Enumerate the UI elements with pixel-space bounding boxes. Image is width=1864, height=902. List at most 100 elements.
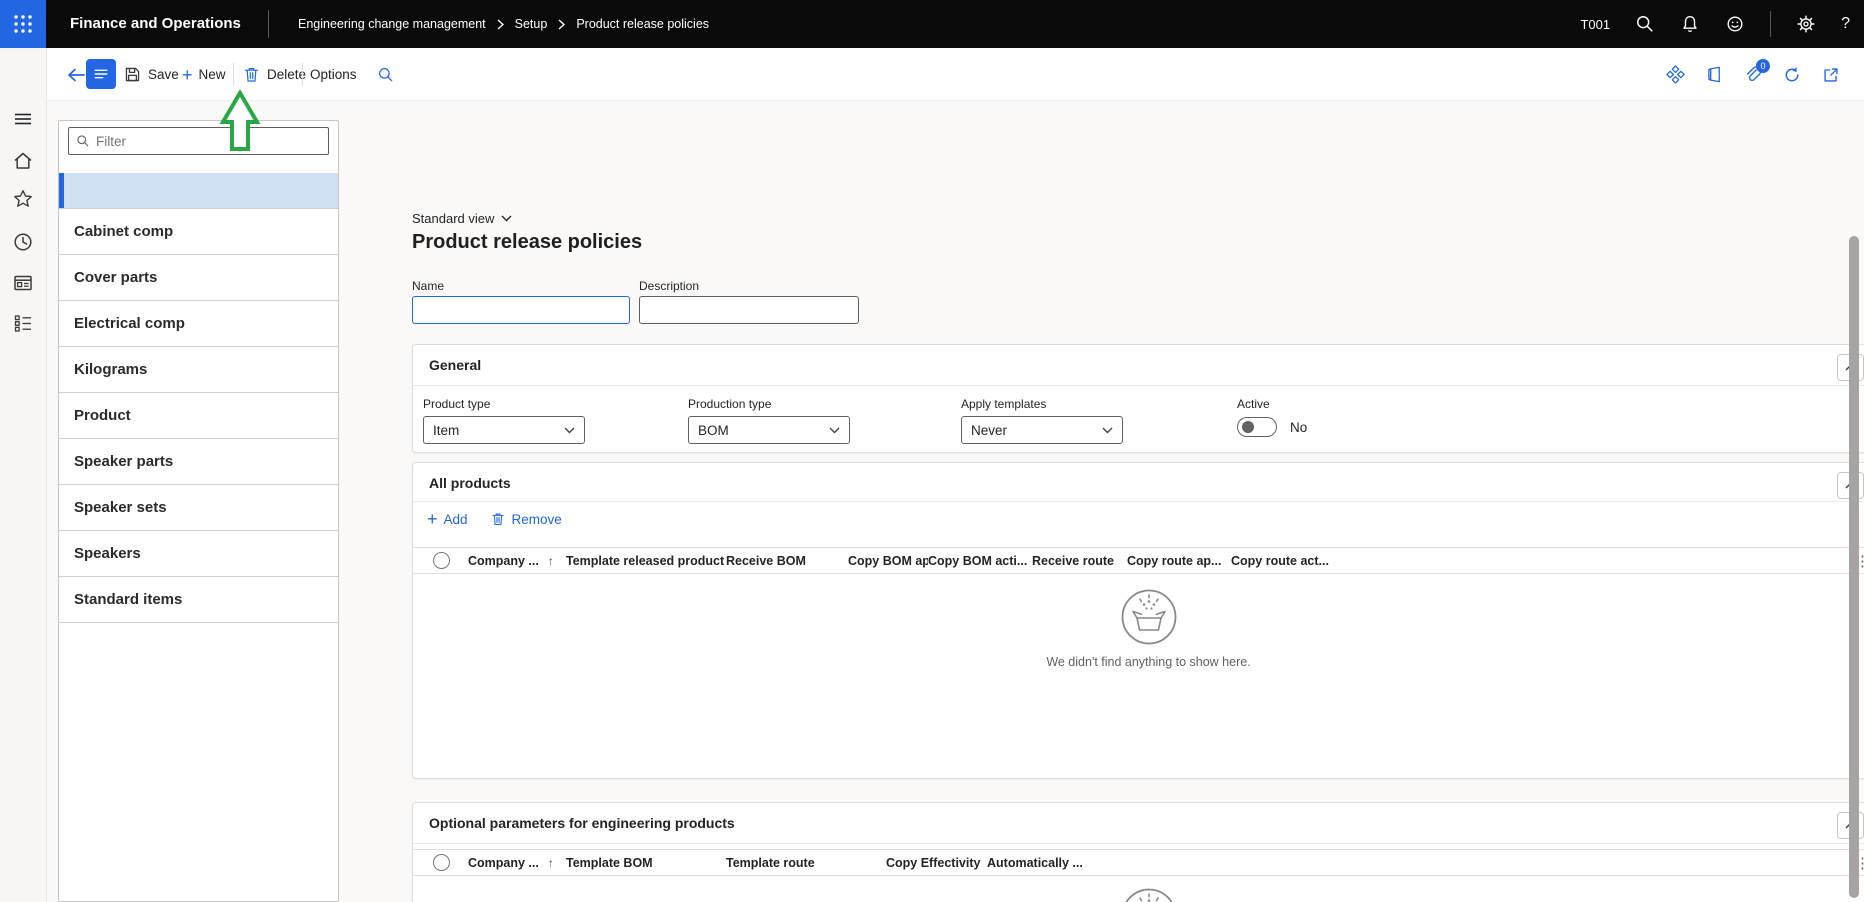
list-panel-toggle-button[interactable] (86, 59, 116, 89)
select-all-radio[interactable] (433, 552, 450, 569)
section-title: Optional parameters for engineering prod… (429, 815, 735, 831)
attachments-paperclip-icon[interactable]: 0 (1742, 64, 1764, 86)
active-label: Active (1237, 397, 1307, 411)
column-header[interactable]: Copy BOM ap... (848, 554, 928, 568)
notifications-bell-icon[interactable] (1680, 14, 1700, 34)
topbar-divider (1770, 11, 1771, 37)
name-field[interactable] (412, 296, 630, 324)
dropdown[interactable]: Item (423, 416, 585, 444)
empty-box-icon (1120, 588, 1178, 646)
list-item-label: Speaker sets (74, 499, 167, 516)
list-item[interactable]: Speakers (59, 531, 338, 577)
view-selector-label: Standard view (412, 211, 494, 226)
feedback-smiley-icon[interactable] (1725, 14, 1745, 34)
empty-state: We didn't find anything to show here. (413, 887, 1864, 902)
trash-icon (242, 65, 261, 84)
selected-record-row[interactable] (59, 173, 338, 209)
list-item[interactable]: Kilograms (59, 347, 338, 393)
column-header[interactable]: Automatically ... (987, 856, 1083, 870)
home-icon[interactable] (12, 150, 34, 172)
column-header[interactable]: Copy route act... (1231, 554, 1329, 568)
list-item-label: Speakers (74, 545, 141, 562)
section-divider (413, 501, 1864, 502)
delete-button[interactable]: Delete (242, 48, 306, 101)
breadcrumb: Engineering change management Setup Prod… (298, 0, 709, 48)
list-item[interactable]: Speaker parts (59, 439, 338, 485)
list-item[interactable]: Cabinet comp (59, 209, 338, 255)
settings-gear-icon[interactable] (1796, 14, 1816, 34)
breadcrumb-module[interactable]: Engineering change management (298, 17, 486, 31)
new-button[interactable]: + New (182, 48, 226, 101)
remove-label: Remove (512, 512, 562, 527)
breadcrumb-chevron-icon (558, 19, 565, 30)
field-label: Apply templates (961, 397, 1123, 411)
column-header[interactable]: Receive route (1032, 554, 1127, 568)
help-button[interactable]: ? (1841, 15, 1850, 33)
favorites-star-icon[interactable] (12, 188, 34, 210)
finance-operations-app: Finance and Operations Engineering chang… (0, 0, 1864, 902)
column-header[interactable]: Copy Effectivity (886, 856, 987, 870)
filter-search-icon (76, 134, 90, 148)
list-item-label: Speaker parts (74, 453, 173, 470)
breadcrumb-setup[interactable]: Setup (515, 17, 548, 31)
search-icon[interactable] (1635, 14, 1655, 34)
list-item[interactable]: Speaker sets (59, 485, 338, 531)
column-header[interactable]: Copy route ap... (1127, 554, 1231, 568)
all-products-section: All products + Add Remove Company ... (412, 462, 1864, 779)
diamonds-icon[interactable] (1664, 64, 1686, 86)
list-item[interactable]: Standard items (59, 577, 338, 623)
list-item[interactable]: Cover parts (59, 255, 338, 301)
column-header[interactable]: Receive BOM (726, 554, 848, 568)
select-all-radio[interactable] (433, 854, 450, 871)
dropdown[interactable]: Never (961, 416, 1123, 444)
back-button[interactable] (65, 48, 87, 101)
recent-clock-icon[interactable] (12, 231, 34, 253)
grid-toolbar: + Add Remove (427, 510, 562, 528)
new-label: New (199, 67, 226, 82)
app-title: Finance and Operations (70, 0, 241, 48)
remove-button[interactable]: Remove (490, 511, 562, 527)
column-header[interactable]: Template route (726, 856, 886, 870)
options-menu[interactable]: Options (310, 48, 357, 101)
sort-ascending-icon: ↑ (548, 856, 554, 870)
app-launcher-button[interactable] (0, 0, 46, 48)
name-label: Name (412, 279, 444, 293)
office-icon[interactable] (1703, 64, 1725, 86)
trash-icon (490, 511, 506, 527)
empty-state: We didn't find anything to show here. (413, 588, 1864, 669)
filter-input[interactable] (96, 134, 321, 149)
column-header[interactable]: Template released product (566, 554, 726, 568)
find-icon[interactable] (377, 48, 395, 101)
toolbar-divider (302, 63, 303, 86)
breadcrumb-page: Product release policies (576, 17, 709, 31)
dropdown[interactable]: BOM (688, 416, 850, 444)
column-header[interactable]: Company ... ↑ (468, 856, 566, 870)
record-list-panel: Cabinet compCover partsElectrical comp Ki… (58, 120, 339, 902)
company-picker[interactable]: T001 (1580, 17, 1610, 32)
add-button[interactable]: + Add (427, 510, 468, 528)
scrollbar-thumb[interactable] (1849, 236, 1859, 898)
description-field[interactable] (639, 296, 859, 324)
open-in-new-window-icon[interactable] (1820, 64, 1842, 86)
workspaces-icon[interactable] (12, 272, 34, 294)
active-toggle[interactable] (1237, 417, 1277, 437)
attachments-count-badge: 0 (1756, 59, 1770, 73)
column-header[interactable]: Copy BOM acti... (928, 554, 1032, 568)
modules-checklist-icon[interactable] (12, 312, 34, 334)
column-header[interactable]: Company ... ↑ (468, 554, 566, 568)
field-label: Product type (423, 397, 585, 411)
menu-hamburger-icon[interactable] (12, 108, 34, 130)
chevron-down-icon (501, 215, 512, 222)
list-item[interactable]: Electrical comp (59, 301, 338, 347)
list-item-label: Kilograms (74, 361, 147, 378)
empty-box-icon (1120, 887, 1178, 902)
plus-icon: + (427, 510, 438, 528)
refresh-icon[interactable] (1781, 64, 1803, 86)
column-header[interactable]: Template BOM (566, 856, 726, 870)
empty-state-text: We didn't find anything to show here. (413, 655, 1864, 669)
view-selector[interactable]: Standard view (412, 211, 512, 226)
list-item[interactable]: Product (59, 393, 338, 439)
general-section: General Product type Item Production typ… (412, 344, 1864, 453)
list-item-label: Product (74, 407, 131, 424)
save-button[interactable]: Save (123, 48, 179, 101)
